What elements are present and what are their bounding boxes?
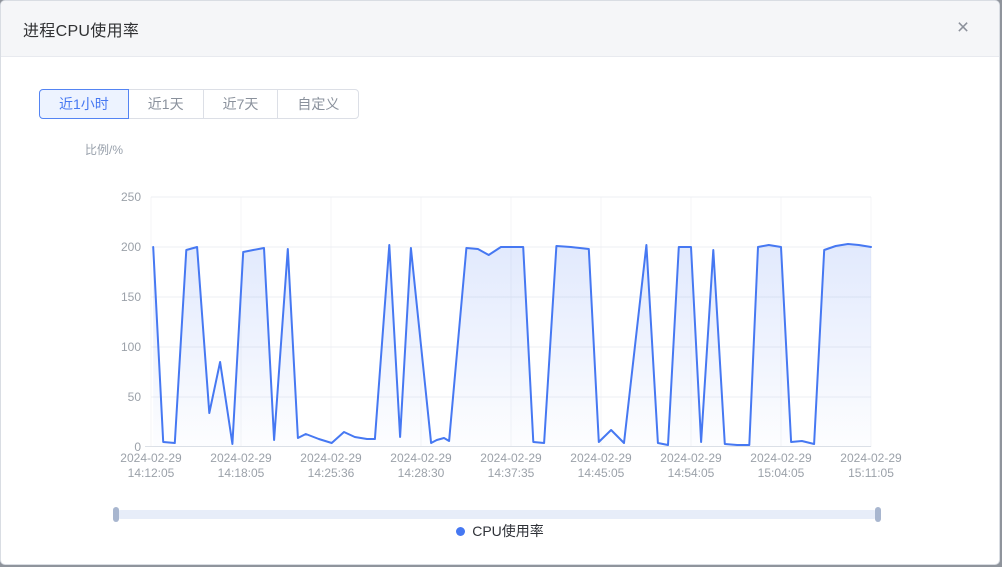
x-tick-label: 2024-02-2914:25:36 (285, 451, 377, 481)
x-tick-label: 2024-02-2914:28:30 (375, 451, 467, 481)
x-tick-label: 2024-02-2915:11:05 (825, 451, 917, 481)
y-tick-label: 100 (95, 340, 141, 354)
y-tick-label: 150 (95, 290, 141, 304)
y-tick-label: 200 (95, 240, 141, 254)
x-tick-label: 2024-02-2915:04:05 (735, 451, 827, 481)
cpu-usage-line-chart (151, 197, 871, 447)
datazoom-left-handle[interactable] (113, 507, 119, 522)
x-tick-label: 2024-02-2914:37:35 (465, 451, 557, 481)
tab-range-3[interactable]: 自定义 (277, 89, 359, 119)
close-icon[interactable]: × (949, 15, 977, 43)
x-tick-label: 2024-02-2914:54:05 (645, 451, 737, 481)
tab-range-0[interactable]: 近1小时 (39, 89, 129, 119)
dialog-title: 进程CPU使用率 (23, 17, 139, 41)
chart-legend[interactable]: CPU使用率 (1, 521, 999, 541)
datazoom-right-handle[interactable] (875, 507, 881, 522)
x-tick-label: 2024-02-2914:45:05 (555, 451, 647, 481)
page-backdrop: 进程CPU使用率 × 近1小时近1天近7天自定义 比例/% 0501001502… (0, 0, 1002, 567)
y-axis-title: 比例/% (85, 141, 123, 158)
x-tick-label: 2024-02-2914:18:05 (195, 451, 287, 481)
x-tick-label: 2024-02-2914:12:05 (105, 451, 197, 481)
tab-range-1[interactable]: 近1天 (128, 89, 204, 119)
y-tick-label: 250 (95, 190, 141, 204)
dialog-header: 进程CPU使用率 (1, 1, 999, 57)
legend-label: CPU使用率 (472, 521, 544, 541)
legend-dot-icon (456, 527, 465, 536)
datazoom-slider[interactable] (116, 510, 878, 519)
time-range-tabs: 近1小时近1天近7天自定义 (39, 89, 359, 119)
tab-range-2[interactable]: 近7天 (203, 89, 279, 119)
dialog-process-cpu-usage: 进程CPU使用率 × 近1小时近1天近7天自定义 比例/% 0501001502… (0, 0, 1000, 565)
y-tick-label: 50 (95, 390, 141, 404)
